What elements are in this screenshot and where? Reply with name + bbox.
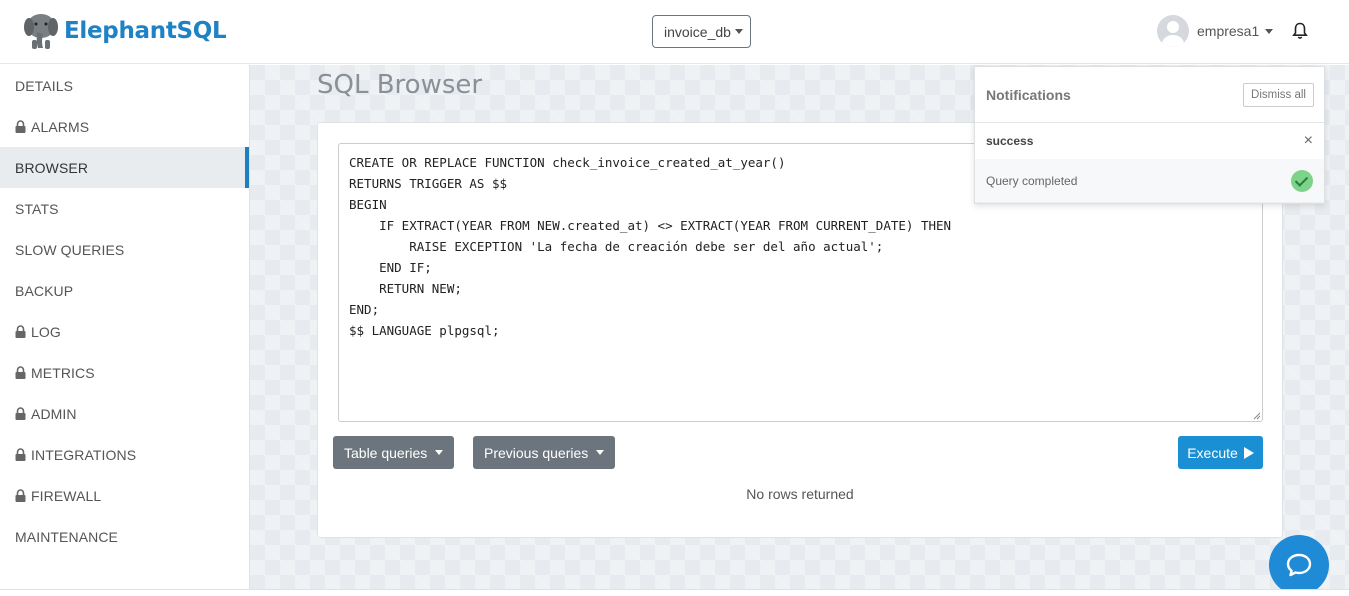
dismiss-all-button[interactable]: Dismiss all (1243, 82, 1314, 107)
execute-button[interactable]: Execute (1178, 436, 1263, 469)
footer-divider (0, 589, 1349, 596)
sidebar-item-log[interactable]: LOG (0, 311, 249, 352)
chevron-down-icon (734, 29, 743, 34)
table-queries-label: Table queries (344, 444, 428, 461)
sidebar-item-label: DETAILS (15, 77, 74, 94)
sidebar-item-details[interactable]: DETAILS (0, 65, 249, 106)
chevron-down-icon (596, 450, 605, 455)
lock-icon (15, 366, 26, 379)
sidebar-item-label: ALARMS (31, 118, 90, 135)
lock-icon (15, 120, 26, 133)
sidebar-item-alarms[interactable]: ALARMS (0, 106, 249, 147)
user-menu[interactable]: empresa1 (1157, 15, 1274, 47)
lock-icon (15, 448, 26, 461)
lock-icon (15, 489, 26, 502)
brand-logo[interactable]: ElephantSQL (24, 12, 227, 50)
previous-queries-label: Previous queries (484, 444, 589, 461)
notification-message: Query completed (986, 173, 1078, 188)
chat-launcher-button[interactable] (1269, 535, 1329, 595)
sidebar-item-label: INTEGRATIONS (31, 446, 137, 463)
notifications-header: Notifications Dismiss all (975, 67, 1324, 123)
check-circle-icon (1291, 169, 1313, 192)
play-icon (1243, 446, 1254, 459)
sidebar-item-label: MAINTENANCE (15, 528, 118, 545)
query-result-message: No rows returned (746, 486, 854, 502)
sidebar-item-metrics[interactable]: METRICS (0, 352, 249, 393)
sidebar-item-label: ADMIN (31, 405, 77, 422)
resize-handle-icon[interactable] (1253, 412, 1261, 420)
brand-name: ElephantSQL (64, 18, 227, 44)
sidebar-item-backup[interactable]: BACKUP (0, 270, 249, 311)
previous-queries-button[interactable]: Previous queries (473, 436, 616, 469)
notification-item: Query completed (975, 159, 1324, 203)
chevron-down-icon (1265, 28, 1274, 34)
lock-icon (15, 325, 26, 338)
page-title: SQL Browser (317, 70, 483, 100)
sidebar-item-maintenance[interactable]: MAINTENANCE (0, 516, 249, 557)
sidebar-item-admin[interactable]: ADMIN (0, 393, 249, 434)
execute-label: Execute (1187, 444, 1238, 461)
chat-bubble-icon (1286, 553, 1312, 577)
bell-icon[interactable] (1292, 22, 1308, 40)
close-icon[interactable]: × (1304, 132, 1313, 150)
sidebar-item-integrations[interactable]: INTEGRATIONS (0, 434, 249, 475)
sidebar-item-label: METRICS (31, 364, 95, 381)
notification-item-header: success × (975, 123, 1324, 159)
sidebar-item-label: BROWSER (15, 159, 89, 176)
username: empresa1 (1197, 23, 1260, 39)
notification-type: success (986, 134, 1034, 148)
database-selector[interactable]: invoice_db (652, 15, 751, 48)
sidebar-item-label: FIREWALL (31, 487, 102, 504)
sidebar-item-label: SLOW QUERIES (15, 241, 125, 258)
elephant-logo-icon (24, 14, 58, 49)
sidebar-item-label: STATS (15, 200, 59, 217)
chevron-down-icon (435, 450, 444, 455)
sidebar-item-stats[interactable]: STATS (0, 188, 249, 229)
notifications-panel: Notifications Dismiss all success × Quer… (974, 66, 1325, 204)
sidebar-item-slow-queries[interactable]: SLOW QUERIES (0, 229, 249, 270)
sidebar-item-label: BACKUP (15, 282, 74, 299)
database-selector-label: invoice_db (664, 23, 731, 40)
sidebar-item-firewall[interactable]: FIREWALL (0, 475, 249, 516)
lock-icon (15, 407, 26, 420)
sidebar-item-label: LOG (31, 323, 61, 340)
table-queries-button[interactable]: Table queries (333, 436, 455, 469)
sidebar-item-browser[interactable]: BROWSER (0, 147, 249, 188)
top-navbar: ElephantSQL invoice_db empresa1 (0, 0, 1349, 64)
sidebar: DETAILS ALARMS BROWSER STATS SLOW QUERIE… (0, 65, 250, 589)
avatar (1157, 15, 1189, 47)
notifications-title: Notifications (986, 86, 1071, 103)
